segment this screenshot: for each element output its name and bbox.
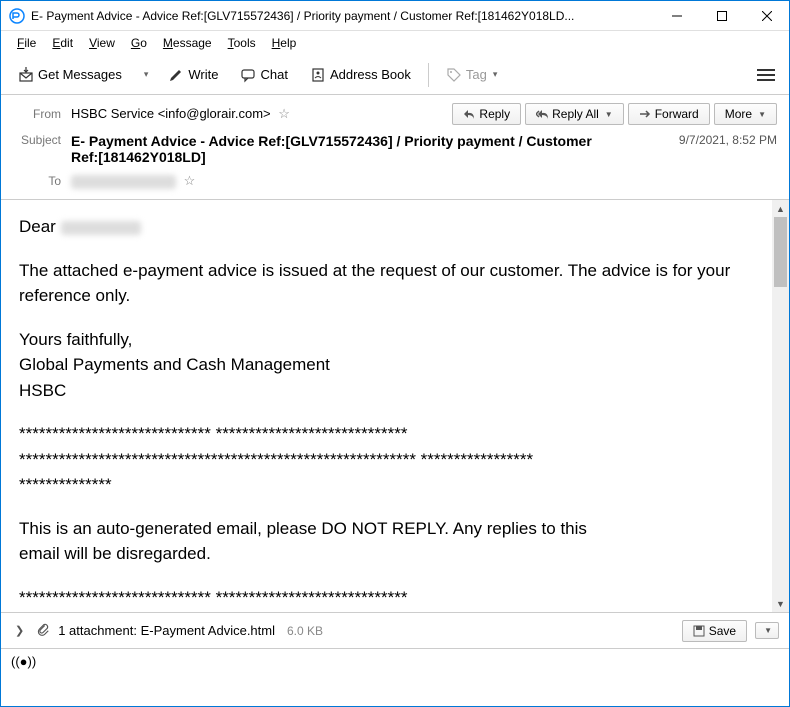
body-p2: This is an auto-generated email, please …: [19, 519, 587, 538]
subject-value: E- Payment Advice - Advice Ref:[GLV71557…: [71, 133, 601, 165]
save-dropdown[interactable]: ▼: [755, 622, 779, 639]
message-body: Dear The attached e-payment advice is is…: [1, 200, 772, 612]
to-value-redacted: [71, 175, 176, 189]
save-icon: [693, 625, 705, 637]
attachment-label[interactable]: 1 attachment: E-Payment Advice.html: [58, 623, 275, 638]
address-book-icon: [310, 67, 326, 83]
write-label: Write: [188, 67, 218, 82]
body-sig1: Yours faithfully,: [19, 330, 132, 349]
message-body-wrap: Dear The attached e-payment advice is is…: [1, 199, 789, 612]
paperclip-icon: [36, 622, 50, 639]
reply-all-icon: [536, 108, 548, 120]
forward-button[interactable]: Forward: [628, 103, 710, 125]
forward-icon: [639, 108, 651, 120]
to-label: To: [13, 174, 71, 188]
body-p3: email will be disregarded.: [19, 544, 211, 563]
scroll-up-icon[interactable]: ▲: [772, 200, 789, 217]
attachment-bar: ❯ 1 attachment: E-Payment Advice.html 6.…: [1, 612, 789, 648]
scroll-thumb[interactable]: [774, 217, 787, 287]
hamburger-button[interactable]: [751, 60, 781, 90]
chat-label: Chat: [260, 67, 287, 82]
from-value[interactable]: HSBC Service <info@glorair.com>: [71, 106, 271, 121]
date-value: 9/7/2021, 8:52 PM: [667, 133, 777, 147]
recipient-redacted: [61, 221, 141, 235]
menu-help[interactable]: Help: [264, 34, 305, 52]
body-sig2: Global Payments and Cash Management: [19, 355, 330, 374]
body-divider: ***************************** **********…: [19, 588, 407, 607]
get-messages-dropdown[interactable]: ▾: [135, 64, 156, 85]
body-divider: ***************************** **********…: [19, 424, 407, 443]
activity-icon[interactable]: ((●)): [11, 654, 36, 669]
menu-message[interactable]: Message: [155, 34, 220, 52]
address-book-button[interactable]: Address Book: [301, 62, 420, 88]
download-icon: [18, 67, 34, 83]
body-greeting: Dear: [19, 217, 61, 236]
chat-icon: [240, 67, 256, 83]
window-title: E- Payment Advice - Advice Ref:[GLV71557…: [31, 9, 654, 23]
tag-label: Tag: [466, 67, 487, 82]
reply-button[interactable]: Reply: [452, 103, 521, 125]
body-divider: ****************************************…: [19, 450, 533, 469]
message-header: From HSBC Service <info@glorair.com> ☆ R…: [1, 95, 789, 193]
menu-view[interactable]: View: [81, 34, 123, 52]
more-button[interactable]: More ▼: [714, 103, 777, 125]
minimize-button[interactable]: [654, 1, 699, 31]
menu-file[interactable]: File: [9, 34, 44, 52]
reply-icon: [463, 108, 475, 120]
save-button[interactable]: Save: [682, 620, 747, 642]
menu-tools[interactable]: Tools: [220, 34, 264, 52]
toolbar: Get Messages ▾ Write Chat Address Book T…: [1, 55, 789, 95]
address-book-label: Address Book: [330, 67, 411, 82]
subject-label: Subject: [13, 133, 71, 147]
attachment-size: 6.0 KB: [287, 624, 323, 638]
separator: [428, 63, 429, 87]
menu-go[interactable]: Go: [123, 34, 155, 52]
star-icon[interactable]: ☆: [184, 173, 196, 188]
tag-button[interactable]: Tag ▾: [437, 62, 507, 88]
maximize-button[interactable]: [699, 1, 744, 31]
close-button[interactable]: [744, 1, 789, 31]
vertical-scrollbar[interactable]: ▲ ▼: [772, 200, 789, 612]
from-label: From: [13, 107, 71, 121]
scroll-down-icon[interactable]: ▼: [772, 595, 789, 612]
menubar: File Edit View Go Message Tools Help: [1, 31, 789, 55]
tag-icon: [446, 67, 462, 83]
pencil-icon: [168, 67, 184, 83]
chevron-right-icon[interactable]: ❯: [11, 624, 28, 637]
body-divider: **************: [19, 475, 112, 494]
menu-edit[interactable]: Edit: [44, 34, 81, 52]
get-messages-label: Get Messages: [38, 67, 122, 82]
titlebar: E- Payment Advice - Advice Ref:[GLV71557…: [1, 1, 789, 31]
star-icon[interactable]: ☆: [278, 106, 290, 121]
body-sig3: HSBC: [19, 381, 66, 400]
statusbar: ((●)): [1, 648, 789, 674]
write-button[interactable]: Write: [159, 62, 227, 88]
reply-all-button[interactable]: Reply All ▼: [525, 103, 624, 125]
get-messages-button[interactable]: Get Messages: [9, 62, 131, 88]
body-p1: The attached e-payment advice is issued …: [19, 258, 754, 309]
app-icon: [9, 8, 25, 24]
chat-button[interactable]: Chat: [231, 62, 296, 88]
